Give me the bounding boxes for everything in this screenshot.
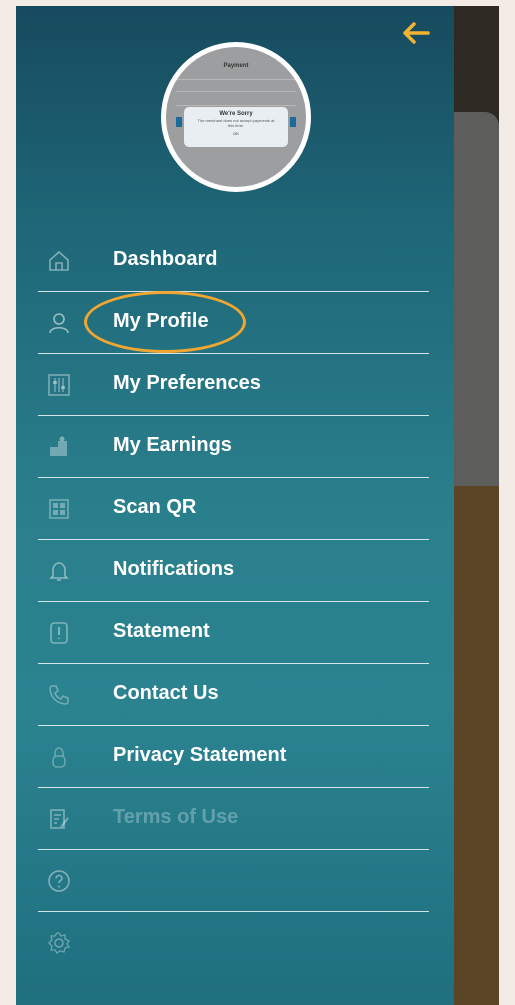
phone-screen: Payment We're Sorry The merchant does no… — [16, 6, 499, 1005]
menu-item-label: Privacy Statement — [113, 744, 287, 766]
avatar-dialog-button: OK — [233, 131, 239, 136]
avatar-dialog-title: We're Sorry — [219, 111, 253, 117]
terms-icon — [50, 809, 69, 829]
avatar-blue-bar — [290, 117, 296, 127]
menu-item-help[interactable] — [38, 850, 429, 912]
phone-icon — [49, 685, 69, 705]
menu-item-my-earnings[interactable]: My Earnings — [38, 416, 429, 478]
menu-item-label: Notifications — [113, 558, 235, 580]
avatar-image: Payment We're Sorry The merchant does no… — [166, 47, 306, 187]
menu-item-terms-of-use[interactable]: Terms of Use — [38, 788, 429, 850]
avatar-dialog: We're Sorry The merchant does not accept… — [184, 107, 288, 147]
back-arrow-icon[interactable] — [398, 18, 432, 48]
avatar-blue-bar — [176, 117, 182, 127]
menu-item-dashboard[interactable]: Dashboard — [38, 230, 429, 292]
lock-icon — [52, 747, 66, 768]
menu-item-label: My Preferences — [113, 372, 261, 394]
menu-item-contact-us[interactable]: Contact Us — [38, 664, 429, 726]
earnings-icon — [50, 436, 67, 456]
drawer-menu: Dashboard My Profile My Preferences My E… — [38, 230, 429, 973]
qr-icon — [49, 499, 69, 519]
navigation-drawer: Payment We're Sorry The merchant does no… — [16, 6, 454, 1005]
menu-item-settings[interactable] — [38, 912, 429, 973]
statement-icon — [50, 622, 68, 644]
menu-item-label: Terms of Use — [113, 806, 239, 828]
settings-icon — [48, 932, 71, 954]
home-icon — [49, 250, 69, 271]
menu-item-label: My Earnings — [113, 434, 232, 456]
help-icon — [48, 870, 70, 892]
menu-item-label: Dashboard — [113, 248, 218, 270]
menu-item-scan-qr[interactable]: Scan QR — [38, 478, 429, 540]
bell-icon — [49, 562, 69, 581]
preferences-icon — [48, 374, 70, 396]
menu-item-label: Statement — [113, 620, 210, 642]
menu-item-label: Contact Us — [113, 682, 219, 704]
menu-item-privacy-statement[interactable]: Privacy Statement — [38, 726, 429, 788]
menu-item-label: Scan QR — [113, 496, 197, 518]
menu-item-statement[interactable]: Statement — [38, 602, 429, 664]
menu-item-my-preferences[interactable]: My Preferences — [38, 354, 429, 416]
profile-avatar[interactable]: Payment We're Sorry The merchant does no… — [161, 42, 311, 192]
avatar-dialog-message: The merchant does not accept payments at… — [197, 118, 275, 128]
user-icon — [49, 313, 69, 334]
avatar-row-line — [176, 91, 296, 92]
avatar-screen-title: Payment — [223, 63, 249, 69]
highlight-circle — [84, 291, 246, 353]
menu-item-notifications[interactable]: Notifications — [38, 540, 429, 602]
avatar-row-line — [176, 105, 296, 106]
avatar-row-line — [176, 79, 296, 80]
